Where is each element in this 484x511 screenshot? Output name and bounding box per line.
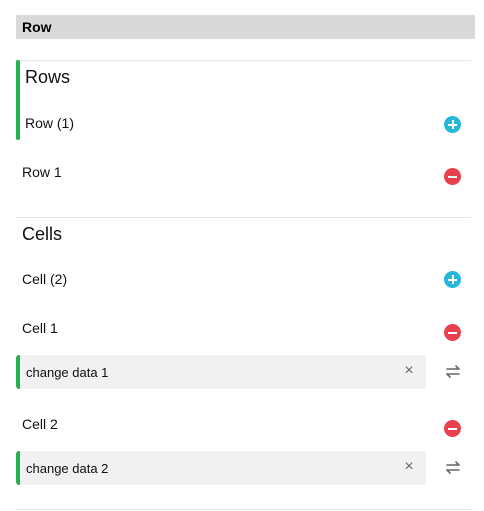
clear-icon[interactable]: × (402, 459, 416, 475)
rows-section-title: Rows (25, 67, 71, 87)
remove-row-1-button[interactable] (444, 168, 461, 185)
panel-title: Row (22, 19, 52, 35)
cell-item-label: Cell 2 (22, 416, 58, 432)
swap-icon[interactable] (444, 460, 462, 474)
cell-2-data-input[interactable] (26, 451, 386, 485)
cells-count-label: Cell (2) (22, 271, 68, 287)
minus-icon (448, 175, 457, 178)
cell-item-label: Cell 1 (22, 320, 58, 336)
cells-section-title: Cells (22, 224, 63, 244)
add-row-button[interactable] (444, 116, 461, 133)
clear-icon[interactable]: × (402, 363, 416, 379)
swap-icon[interactable] (444, 364, 462, 378)
remove-cell-2-button[interactable] (444, 420, 461, 437)
plus-icon-stem (451, 275, 454, 284)
add-cell-button[interactable] (444, 271, 461, 288)
divider (16, 60, 471, 61)
plus-icon-stem (451, 120, 454, 129)
rows-accent-bar (16, 60, 20, 140)
divider (16, 509, 471, 510)
divider (16, 217, 471, 218)
cell-1-data-field: × (16, 355, 426, 389)
remove-cell-1-button[interactable] (444, 324, 461, 341)
row-item-label: Row 1 (22, 164, 62, 180)
cell-2-data-field: × (16, 451, 426, 485)
minus-icon (448, 427, 457, 430)
panel-header: Row (16, 15, 475, 39)
cell-1-data-input[interactable] (26, 355, 386, 389)
rows-count-label: Row (1) (25, 115, 75, 131)
minus-icon (448, 331, 457, 334)
